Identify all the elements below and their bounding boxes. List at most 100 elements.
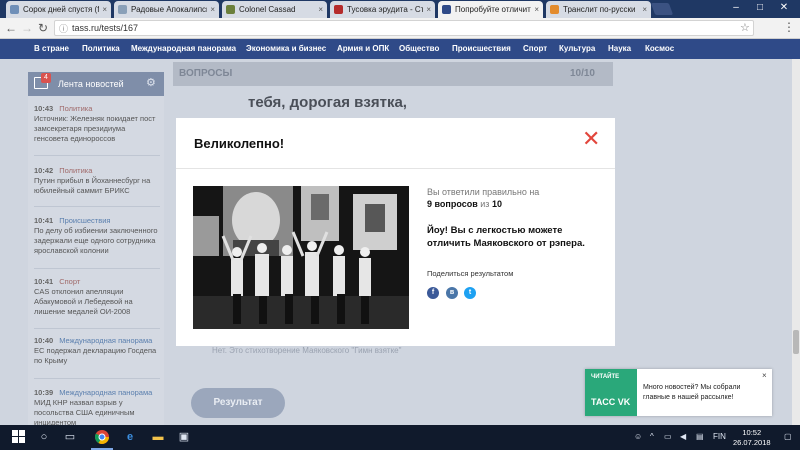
forward-icon[interactable]: → — [20, 21, 34, 35]
task-view-icon[interactable]: ▭ — [62, 430, 78, 445]
language-indicator[interactable]: FIN — [713, 432, 726, 441]
tab-favicon-icon — [226, 5, 235, 14]
maximize-icon[interactable]: □ — [750, 2, 770, 13]
news-feed-title: Лента новостей — [58, 79, 124, 89]
site-nav: В стране Политика Международная панорама… — [0, 39, 800, 59]
facebook-share-icon[interactable]: f — [427, 287, 439, 299]
reload-icon[interactable]: ↻ — [36, 21, 50, 35]
nav-link[interactable]: Международная панорама — [131, 44, 236, 53]
browser-tab[interactable]: Colonel Cassad × — [222, 1, 327, 18]
nav-link[interactable]: Экономика и бизнес — [246, 44, 326, 53]
scrollbar[interactable] — [792, 59, 800, 425]
taskbar: ○ ▭ e ▬ ▣ ☺ ^ ▭ ◀ ▤ FIN 10:52 26.07.2018… — [0, 425, 800, 450]
news-time: 10:41 — [34, 216, 54, 225]
tab-title: Тусовка эрудита - Стра — [347, 5, 424, 14]
browser-tab[interactable]: Транслит по-русски × — [546, 1, 651, 18]
news-text: ЕС подержал декларацию Госдепа по Крыму — [34, 346, 157, 365]
news-item[interactable]: 10:41 Происшествия По делу об избиении за… — [34, 216, 160, 256]
address-url: tass.ru/tests/167 — [72, 23, 139, 33]
vk-share-icon[interactable]: в — [446, 287, 458, 299]
tab-close-icon[interactable]: × — [102, 5, 107, 14]
tab-favicon-icon — [442, 5, 451, 14]
network-icon[interactable]: ▭ — [664, 432, 672, 441]
nav-link[interactable]: Общество — [399, 44, 439, 53]
twitter-share-icon[interactable]: t — [464, 287, 476, 299]
chrome-icon[interactable] — [94, 430, 110, 445]
nav-link[interactable]: В стране — [34, 44, 69, 53]
news-item[interactable]: 10:41 Спорт CAS отклонил апелляции Абакум… — [34, 277, 160, 317]
store-icon[interactable]: ▣ — [176, 430, 192, 445]
nav-link[interactable]: Наука — [608, 44, 631, 53]
score-value: 9 вопросов — [427, 199, 478, 209]
share-label: Поделиться результатом — [427, 269, 514, 278]
divider — [176, 168, 615, 169]
news-item[interactable]: 10:39 Международная панорама МИД КНР назв… — [34, 388, 160, 428]
tab-close-icon[interactable]: × — [426, 5, 431, 14]
address-bar[interactable]: ⓘ tass.ru/tests/167 — [54, 20, 754, 36]
news-time: 10:39 — [34, 388, 54, 397]
news-time: 10:40 — [34, 336, 54, 345]
close-icon[interactable]: ✕ — [582, 128, 600, 150]
tab-close-icon[interactable]: × — [210, 5, 215, 14]
scrollbar-thumb[interactable] — [793, 330, 799, 354]
tray-chevron-icon[interactable]: ^ — [650, 432, 654, 441]
divider — [34, 328, 160, 329]
search-icon[interactable]: ○ — [36, 430, 52, 445]
nav-link[interactable]: Космос — [645, 44, 674, 53]
bookmark-star-icon[interactable]: ☆ — [740, 21, 750, 34]
clock-time: 10:52 — [742, 428, 762, 437]
back-icon[interactable]: ← — [4, 21, 18, 35]
clock-date: 26.07.2018 — [733, 438, 771, 447]
edge-icon[interactable]: e — [122, 430, 138, 445]
file-explorer-icon[interactable]: ▬ — [150, 430, 166, 445]
news-category: Политика — [59, 104, 93, 113]
news-item[interactable]: 10:43 Политика Источник: Железняк покидае… — [34, 104, 160, 144]
browser-tab[interactable]: Радовые Апокалипсис × — [114, 1, 219, 18]
tab-close-icon[interactable]: × — [318, 5, 323, 14]
browser-tab[interactable]: Тусовка эрудита - Стра × — [330, 1, 435, 18]
news-category: Спорт — [59, 277, 81, 286]
browser-menu-icon[interactable]: ⋮ — [783, 20, 795, 34]
quiz-header: ВОПРОСЫ 10/10 — [173, 62, 613, 86]
news-item[interactable]: 10:40 Международная панорама ЕС подержал … — [34, 336, 160, 366]
news-text: CAS отклонил апелляции Абакумовой и Лебе… — [34, 287, 133, 316]
tab-title: Транслит по-русски — [563, 5, 636, 14]
result-button[interactable]: Результат — [191, 388, 285, 418]
browser-tab-active[interactable]: Попробуйте отличить × — [438, 1, 543, 18]
tab-close-icon[interactable]: × — [642, 5, 647, 14]
score-summary: Вы ответили правильно на 9 вопросов из 1… — [427, 186, 597, 210]
tab-title: Сорок дней спустя (fbs — [23, 5, 100, 14]
gear-icon[interactable]: ⚙ — [146, 76, 156, 89]
clock[interactable]: 10:52 26.07.2018 — [733, 428, 771, 448]
browser-toolbar: ← → ↻ ⓘ tass.ru/tests/167 ☆ ⋮ — [0, 18, 800, 39]
result-verdict: Йоу! Вы с легкостью можете отличить Маяк… — [427, 225, 585, 249]
news-count-badge: 4 — [41, 73, 51, 83]
browser-tab[interactable]: Сорок дней спустя (fbs × — [6, 1, 111, 18]
action-center-icon[interactable]: ▢ — [784, 432, 792, 441]
newsletter-toast[interactable]: ЧИТАЙТЕ ТАСС VK Много новостей? Мы собра… — [585, 369, 772, 416]
tab-title: Попробуйте отличить — [455, 5, 532, 14]
tab-close-icon[interactable]: × — [534, 5, 539, 14]
toast-close-icon[interactable]: × — [762, 371, 767, 380]
nav-link[interactable]: Спорт — [523, 44, 547, 53]
new-tab-button[interactable] — [650, 3, 674, 15]
toast-brand-panel: ЧИТАЙТЕ ТАСС VK — [585, 369, 637, 416]
news-text: По делу об избиении заключенного задержа… — [34, 226, 158, 255]
news-item[interactable]: 10:42 Политика Путин прибыл в Йоханнесбур… — [34, 166, 160, 196]
divider — [34, 155, 160, 156]
toast-brand: ТАСС VK — [591, 397, 631, 407]
score-total: 10 — [491, 199, 502, 209]
minimize-icon[interactable]: – — [726, 2, 746, 13]
nav-link[interactable]: Происшествия — [452, 44, 511, 53]
notification-icon[interactable]: ▤ — [696, 432, 704, 441]
people-icon[interactable]: ☺ — [634, 432, 642, 441]
window-close-icon[interactable]: ✕ — [774, 2, 794, 13]
news-text: МИД КНР назвал взрыв у посольства США ед… — [34, 398, 135, 427]
windows-start-icon[interactable] — [10, 430, 26, 445]
nav-link[interactable]: Политика — [82, 44, 120, 53]
tab-favicon-icon — [334, 5, 343, 14]
volume-icon[interactable]: ◀ — [680, 432, 686, 441]
nav-link[interactable]: Армия и ОПК — [337, 44, 389, 53]
result-modal: Великолепно! ✕ Вы ответили правильно на … — [176, 118, 615, 346]
nav-link[interactable]: Культура — [559, 44, 595, 53]
